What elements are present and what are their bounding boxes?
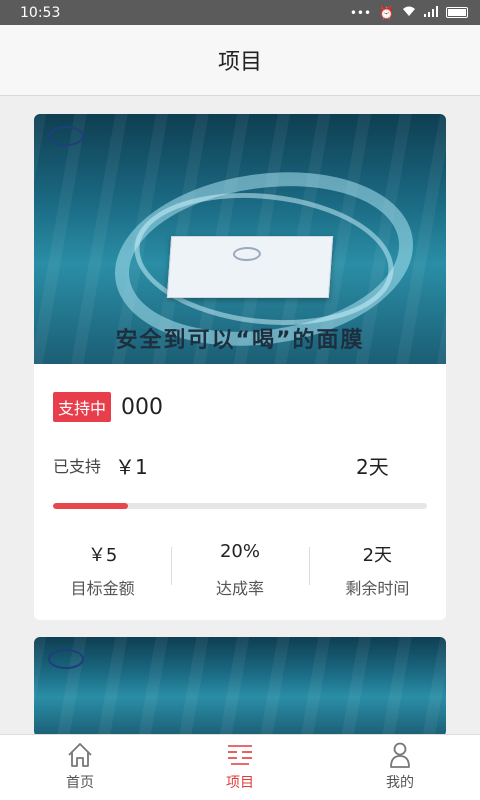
- nav-bar: 项目: [0, 25, 480, 96]
- list-icon: [228, 745, 252, 765]
- page-title: 项目: [217, 50, 262, 75]
- tab-home[interactable]: 首页: [0, 735, 160, 800]
- supported-label: 已支持: [53, 457, 102, 476]
- alarm-icon: ⏰: [379, 5, 394, 20]
- tab-projects[interactable]: 项目: [160, 735, 320, 800]
- stat-label: 目标金额: [70, 579, 135, 598]
- tab-bar: 首页 项目 我的: [0, 734, 480, 800]
- stat-target-amount: ￥5 目标金额: [34, 541, 171, 599]
- more-dots-icon: •••: [349, 5, 372, 20]
- stat-value: ￥5: [87, 545, 118, 566]
- brand-logo: [48, 126, 84, 146]
- progress-fill: [53, 503, 128, 509]
- status-bar: 10:53 ••• ⏰: [0, 0, 480, 25]
- project-cover-image[interactable]: 安全到可以“喝”的面膜: [34, 114, 446, 364]
- project-card[interactable]: 安全到可以“喝”的面膜 支持中 000 已支持 ￥1 2天 ￥5 目标金额 20…: [34, 114, 446, 620]
- status-icons: ••• ⏰: [349, 5, 468, 20]
- project-name: 000: [121, 394, 164, 420]
- stat-label: 剩余时间: [345, 579, 410, 598]
- signal-icon: [424, 5, 438, 20]
- product-package-image: [166, 236, 334, 298]
- tab-mine[interactable]: 我的: [320, 735, 480, 800]
- status-time: 10:53: [20, 4, 61, 21]
- status-badge: 支持中: [53, 392, 112, 422]
- support-row: 已支持 ￥1 2天: [53, 450, 427, 480]
- brand-logo: [48, 649, 84, 669]
- tab-label: 首页: [66, 775, 94, 791]
- tab-label: 我的: [386, 775, 414, 791]
- battery-icon: [446, 7, 468, 18]
- tab-label: 项目: [226, 775, 254, 791]
- home-icon: [68, 743, 92, 767]
- project-cover-image[interactable]: [34, 637, 446, 737]
- stat-remaining-time: 2天 剩余时间: [308, 541, 446, 599]
- project-card[interactable]: [34, 637, 446, 737]
- user-icon: [390, 742, 410, 768]
- light-rays-decoration: [34, 637, 446, 737]
- wifi-icon: [402, 6, 416, 20]
- stat-completion-rate: 20% 达成率: [171, 541, 308, 599]
- project-title-row: 支持中 000: [53, 392, 427, 422]
- days-left: 2天: [356, 454, 389, 479]
- progress-bar: [53, 503, 427, 509]
- stat-value: 20%: [219, 541, 260, 562]
- stat-value: 2天: [362, 545, 393, 566]
- cover-slogan: 安全到可以“喝”的面膜: [115, 328, 365, 353]
- stats-row: ￥5 目标金额 20% 达成率 2天 剩余时间: [34, 541, 446, 599]
- stat-label: 达成率: [215, 579, 264, 598]
- supported-amount: ￥1: [115, 454, 148, 479]
